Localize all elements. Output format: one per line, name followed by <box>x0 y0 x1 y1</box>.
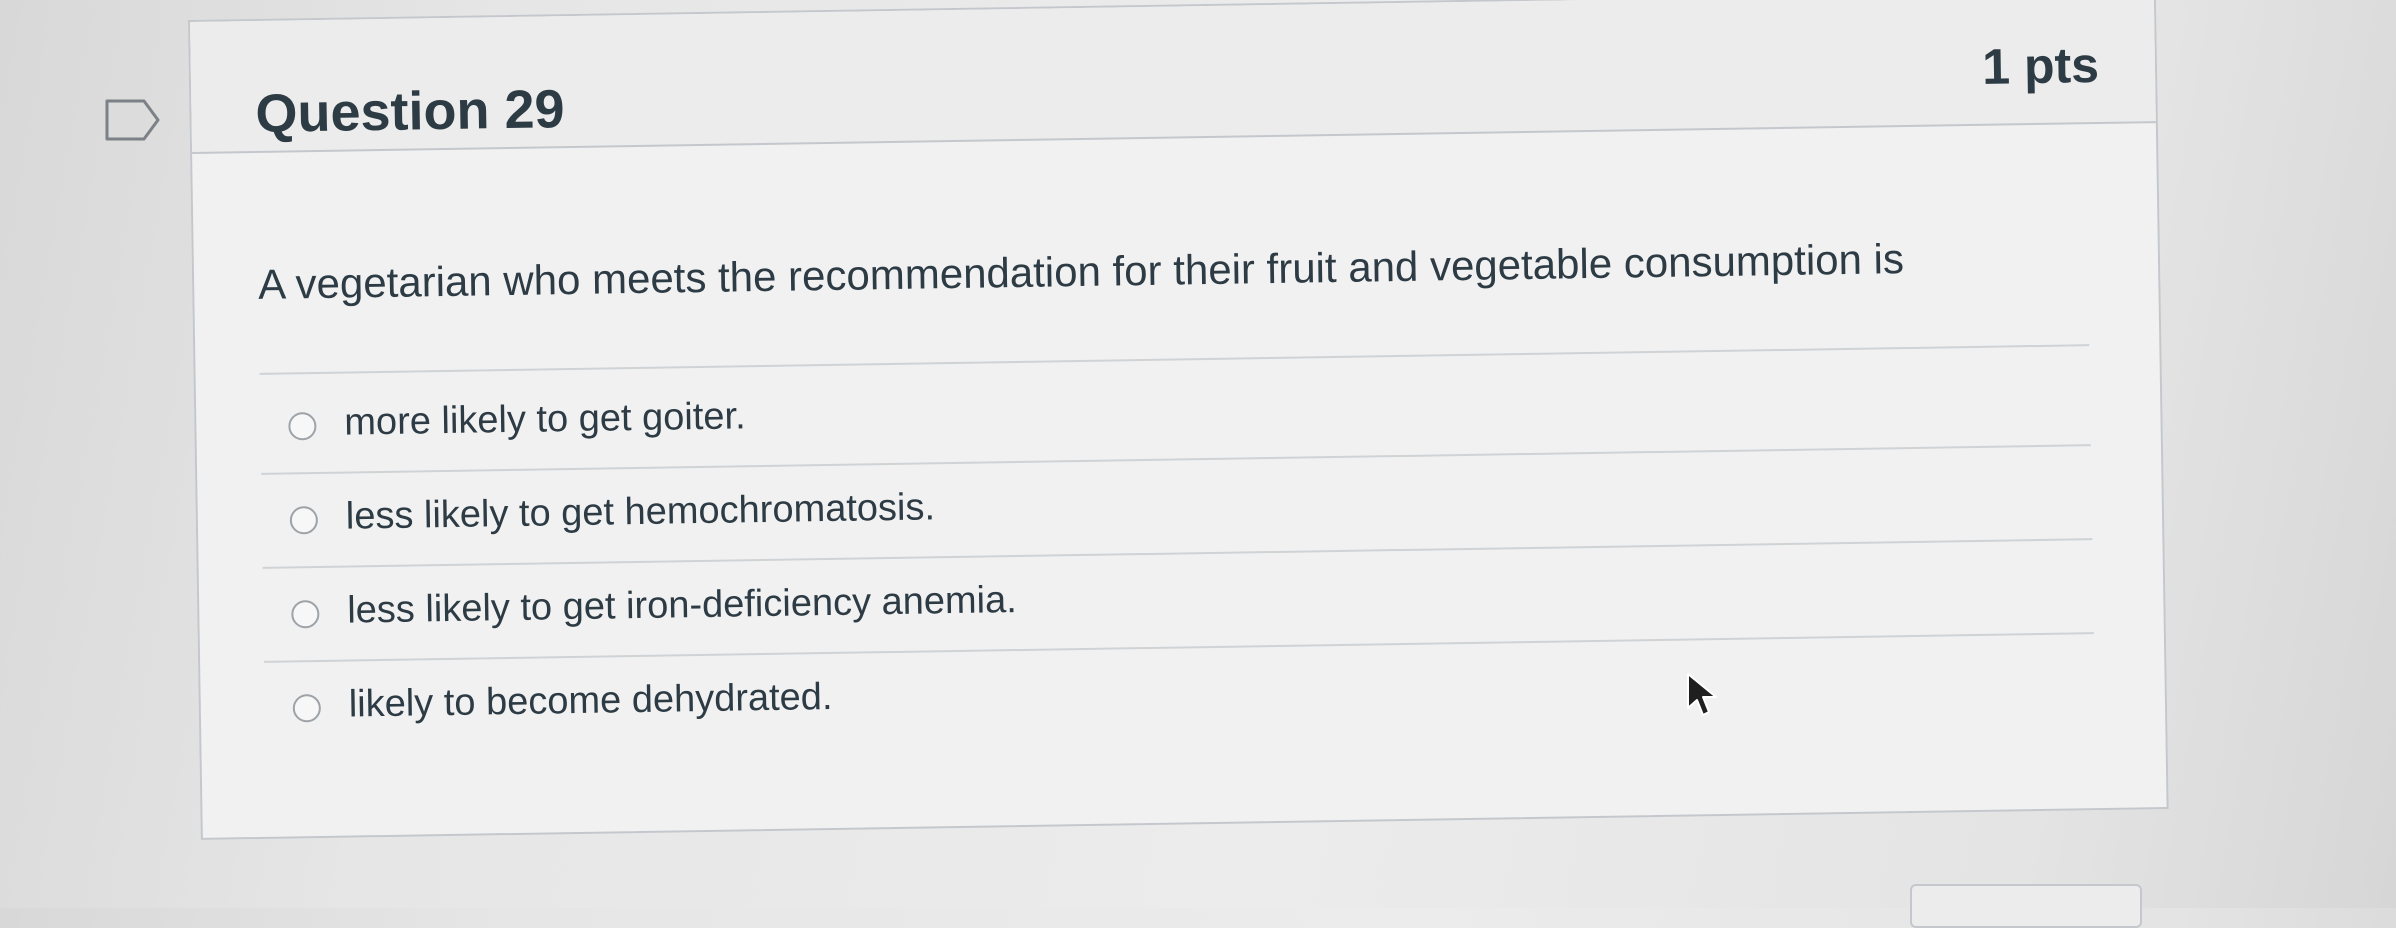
question-text: A vegetarian who meets the recommendatio… <box>257 235 1905 308</box>
radio-button[interactable] <box>289 506 319 535</box>
radio-button[interactable] <box>291 600 320 629</box>
flag-question-icon[interactable] <box>104 98 162 142</box>
question-title: Question 29 <box>255 79 565 144</box>
question-header: Question 29 1 pts <box>190 0 2156 154</box>
answer-label[interactable]: more likely to get goiter. <box>344 395 746 444</box>
next-question-card-edge <box>1910 884 2142 928</box>
radio-button[interactable] <box>288 412 317 441</box>
answer-label[interactable]: less likely to get iron-deficiency anemi… <box>347 579 1017 633</box>
question-card: Question 29 1 pts A vegetarian who meets… <box>188 0 2169 840</box>
answer-label[interactable]: less likely to get hemochromatosis. <box>345 486 935 538</box>
answer-label[interactable]: likely to become dehydrated. <box>348 676 832 727</box>
mouse-cursor-icon <box>1687 673 1717 716</box>
question-points: 1 pts <box>1981 36 2100 95</box>
radio-button[interactable] <box>292 694 322 723</box>
